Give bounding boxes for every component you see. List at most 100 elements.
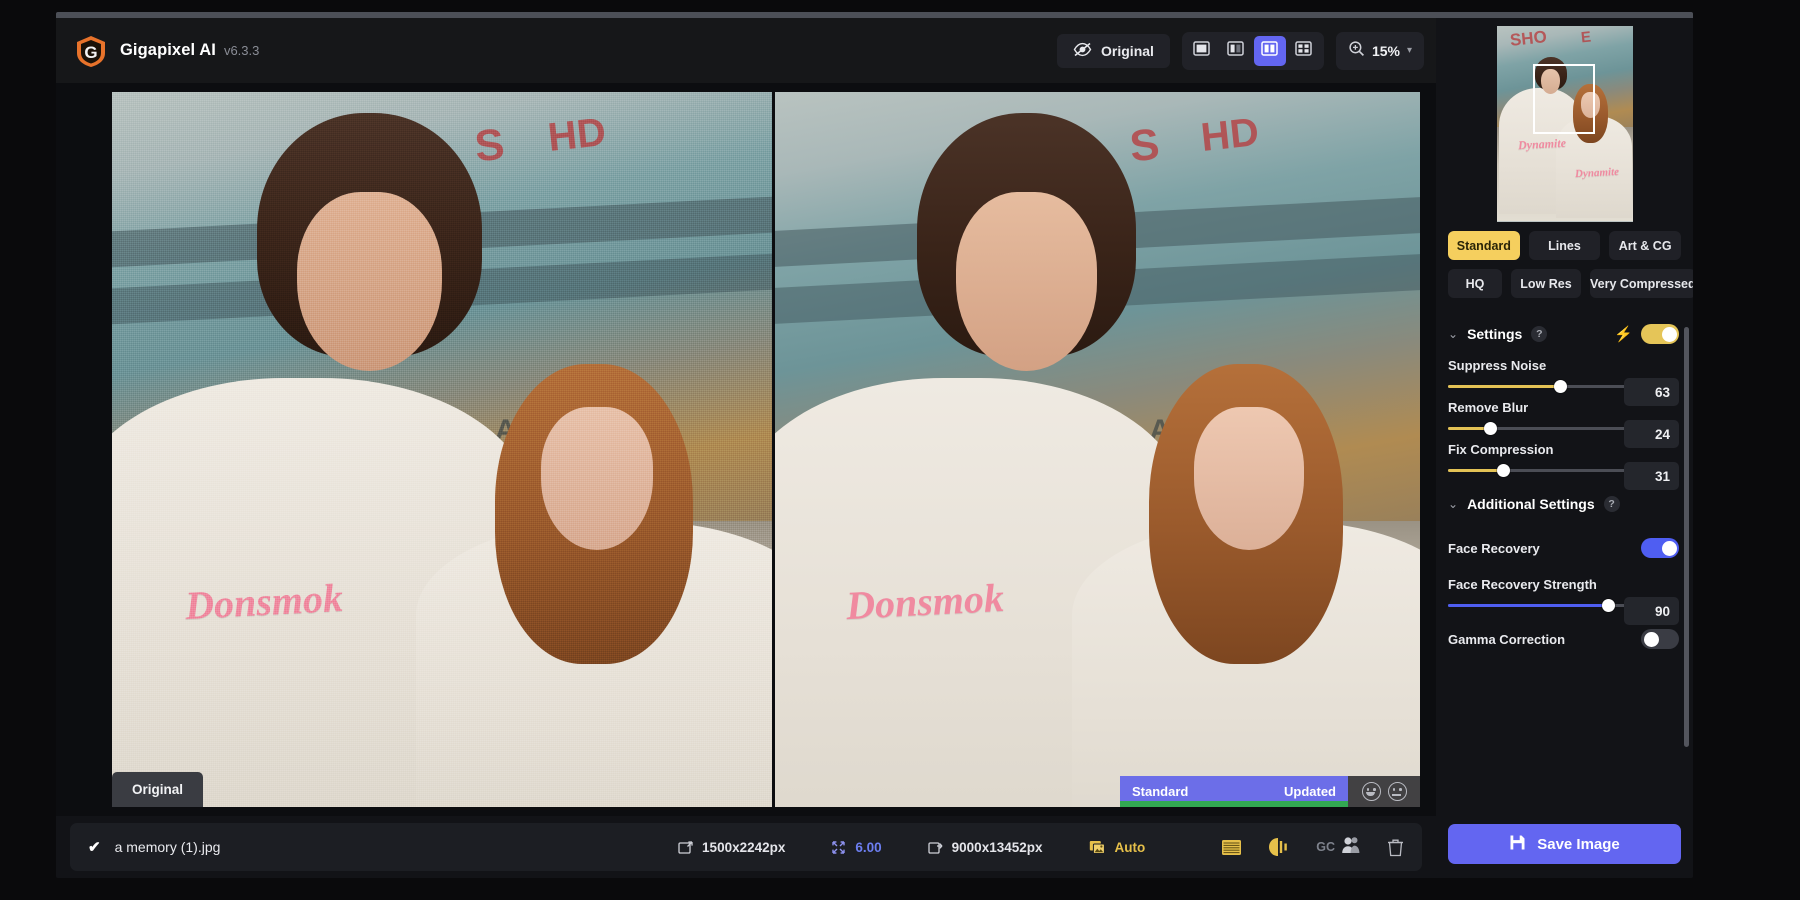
processing-mode-value: Auto: [1115, 840, 1146, 855]
slider-remove-blur: Remove Blur 24: [1436, 390, 1693, 432]
auto-settings-toggle[interactable]: [1641, 324, 1679, 344]
settings-section-header: ⌄ Settings ? ⚡: [1436, 315, 1693, 348]
file-meta-group: 1500x2242px 6.00: [678, 840, 1145, 855]
model-row-secondary: HQ Low Res Very Compressed: [1448, 269, 1681, 298]
person-icon: [1341, 835, 1361, 859]
square-icon: [1193, 40, 1210, 62]
grid-icon: [1295, 40, 1312, 62]
preview-panel: SHO E Dynamite Dynamite: [1436, 18, 1693, 225]
remove-blur-track[interactable]: [1448, 427, 1626, 430]
output-dimensions: 9000x13452px: [928, 840, 1043, 855]
save-image-button[interactable]: Save Image: [1448, 824, 1681, 864]
fix-compression-track[interactable]: [1448, 469, 1626, 472]
lightning-bolt-icon: ⚡: [1614, 325, 1633, 343]
output-dimensions-value: 9000x13452px: [952, 840, 1043, 855]
enhanced-image-pane[interactable]: S HD A A.) AB Donsmok Standard: [775, 92, 1420, 807]
file-status-bar: ✔ a memory (1).jpg 1500x2242px: [56, 816, 1436, 878]
file-selected-checkmark[interactable]: ✔: [88, 838, 101, 856]
slider-suppress-noise: Suppress Noise 63: [1436, 348, 1693, 390]
file-row[interactable]: ✔ a memory (1).jpg 1500x2242px: [70, 823, 1422, 871]
comparison-status-label: Updated: [1284, 784, 1336, 799]
original-badge: Original: [112, 772, 203, 807]
comparison-model-status: Standard Updated: [1120, 776, 1348, 807]
file-name: a memory (1).jpg: [115, 839, 221, 855]
face-recovery-strength-label: Face Recovery Strength: [1448, 577, 1679, 592]
brand: G Gigapixel AI v6.3.3: [56, 34, 259, 68]
view-mode-split[interactable]: [1220, 36, 1252, 66]
suppress-noise-track[interactable]: [1448, 385, 1626, 388]
face-recovery-strength-track[interactable]: [1448, 604, 1626, 607]
face-recovery-row: Face Recovery: [1436, 516, 1693, 571]
viewport-crop-rectangle[interactable]: [1533, 64, 1595, 134]
smiley-neutral-icon[interactable]: [1388, 782, 1407, 801]
original-image-pane[interactable]: S HD A A.) AB Donsmok Original: [112, 92, 772, 807]
model-selector: Standard Lines Art & CG HQ Low Res Very …: [1436, 225, 1693, 307]
file-tools: GC: [1221, 835, 1404, 859]
split-columns-icon: [1227, 40, 1244, 62]
scale-factor-value: 6.00: [855, 840, 881, 855]
smiley-happy-icon[interactable]: [1362, 782, 1381, 801]
model-low-res[interactable]: Low Res: [1511, 269, 1581, 298]
face-recovery-strength-value[interactable]: 90: [1624, 597, 1679, 625]
image-in-icon: [678, 840, 693, 855]
trash-icon[interactable]: [1387, 838, 1404, 857]
comparison-model-label: Standard: [1132, 784, 1188, 799]
app-root: G Gigapixel AI v6.3.3 Original: [0, 0, 1800, 900]
chevron-down-icon[interactable]: ▾: [1407, 45, 1412, 56]
model-row-primary: Standard Lines Art & CG: [1448, 231, 1681, 260]
remove-blur-label: Remove Blur: [1448, 400, 1679, 415]
model-hq[interactable]: HQ: [1448, 269, 1502, 298]
brand-name: Gigapixel AI: [120, 41, 216, 60]
additional-settings-title: Additional Settings: [1467, 496, 1595, 512]
svg-text:G: G: [84, 43, 97, 62]
image-stage: S HD A A.) AB Donsmok Original: [56, 83, 1436, 816]
fix-compression-handle[interactable]: [1497, 464, 1510, 477]
model-art-cg[interactable]: Art & CG: [1609, 231, 1681, 260]
image-thumbnail-preview[interactable]: SHO E Dynamite Dynamite: [1497, 26, 1633, 222]
magnifier-plus-icon: [1348, 40, 1365, 62]
view-mode-single[interactable]: [1186, 36, 1218, 66]
view-mode-side-by-side[interactable]: [1254, 36, 1286, 66]
grain-icon[interactable]: [1221, 838, 1242, 857]
app-version: v6.3.3: [224, 43, 259, 58]
scale-factor: 6.00: [831, 840, 881, 855]
app-header: G Gigapixel AI v6.3.3 Original: [56, 18, 1436, 83]
chevron-down-icon[interactable]: ⌄: [1448, 327, 1458, 341]
slider-face-recovery-strength: Face Recovery Strength 90: [1436, 571, 1693, 609]
floppy-disk-icon: [1509, 834, 1526, 855]
save-image-label: Save Image: [1537, 836, 1620, 853]
contrast-split-icon[interactable]: [1268, 837, 1290, 857]
original-photo: S HD A A.) AB Donsmok: [112, 92, 772, 807]
zoom-control[interactable]: 15% ▾: [1336, 32, 1424, 70]
enhanced-photo: S HD A A.) AB Donsmok: [775, 92, 1420, 807]
model-very-compressed[interactable]: Very Compressed: [1590, 269, 1693, 298]
stack-images-icon: [1089, 840, 1106, 855]
gigapixel-logo-icon: G: [74, 34, 108, 68]
slider-fix-compression: Fix Compression 31: [1436, 432, 1693, 474]
fix-compression-label: Fix Compression: [1448, 442, 1679, 457]
chevron-down-icon[interactable]: ⌄: [1448, 497, 1458, 511]
resize-arrows-icon: [831, 840, 846, 855]
face-recovery-toggle[interactable]: [1641, 538, 1679, 558]
model-lines[interactable]: Lines: [1529, 231, 1601, 260]
suppress-noise-label: Suppress Noise: [1448, 358, 1679, 373]
toggle-original-button[interactable]: Original: [1057, 34, 1170, 68]
fix-compression-value[interactable]: 31: [1624, 462, 1679, 490]
eye-slash-icon: [1073, 42, 1092, 60]
settings-help-icon[interactable]: ?: [1531, 326, 1547, 342]
processing-mode[interactable]: Auto: [1089, 840, 1146, 855]
settings-scroll-area[interactable]: ⌄ Settings ? ⚡ Suppress Noise: [1436, 307, 1693, 814]
side-by-side-icon: [1261, 40, 1278, 62]
model-standard[interactable]: Standard: [1448, 231, 1520, 260]
application-window: G Gigapixel AI v6.3.3 Original: [56, 12, 1693, 878]
additional-settings-help-icon[interactable]: ?: [1604, 496, 1620, 512]
face-recovery-strength-handle[interactable]: [1602, 599, 1615, 612]
comparison-status-bar: Standard Updated: [1120, 776, 1420, 807]
settings-sidebar: SHO E Dynamite Dynamite Standard Lines: [1436, 18, 1693, 878]
gamma-correction-tool[interactable]: GC: [1316, 835, 1361, 859]
gc-label: GC: [1316, 840, 1335, 854]
view-mode-grid[interactable]: [1288, 36, 1320, 66]
save-area: Save Image: [1436, 814, 1693, 878]
gamma-correction-toggle[interactable]: [1641, 629, 1679, 649]
input-dimensions-value: 1500x2242px: [702, 840, 785, 855]
